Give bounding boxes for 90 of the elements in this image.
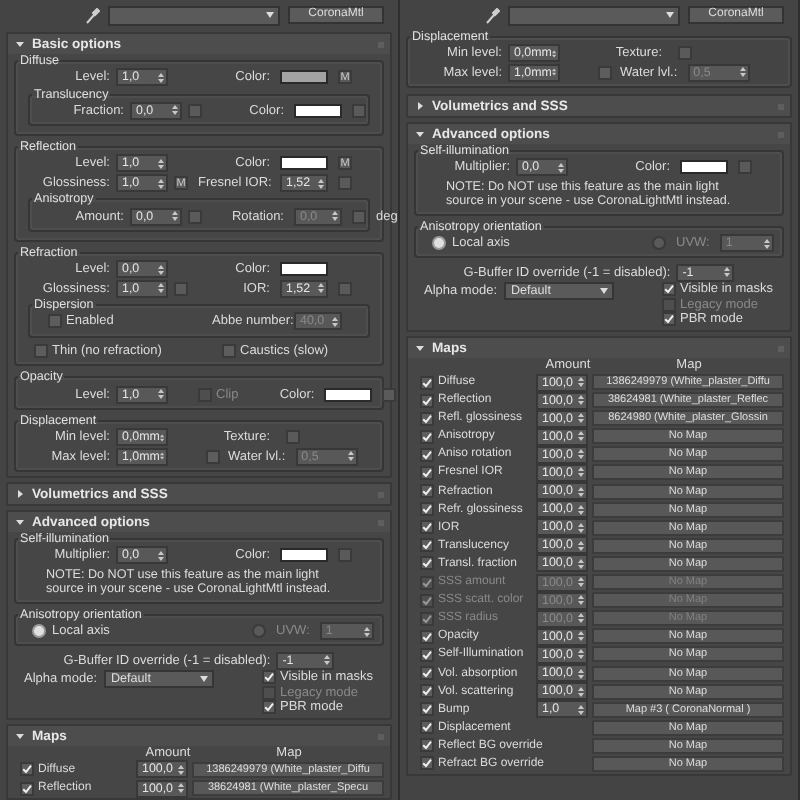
- checkbox[interactable]: [34, 344, 48, 359]
- checkbox[interactable]: [420, 484, 434, 499]
- spinner-arrows-icon[interactable]: [578, 503, 584, 516]
- checkbox[interactable]: [20, 781, 34, 796]
- collapse-arrow-icon[interactable]: [16, 732, 24, 741]
- spinner-arrows-icon[interactable]: [724, 266, 731, 279]
- spinner-arrows-icon[interactable]: [318, 282, 324, 295]
- spinner-arrows-icon[interactable]: [578, 630, 584, 643]
- collapse-arrow-icon[interactable]: [416, 130, 424, 139]
- spinner-arrows-icon[interactable]: [158, 177, 164, 190]
- caret-icon: [266, 12, 274, 18]
- checkbox[interactable]: [420, 756, 434, 771]
- checkbox[interactable]: [420, 684, 434, 699]
- checkbox[interactable]: [420, 411, 434, 426]
- color-swatch[interactable]: [280, 262, 328, 277]
- checkbox[interactable]: [420, 520, 434, 535]
- spinner-arrows-icon[interactable]: [158, 549, 164, 562]
- spinner-arrows-icon[interactable]: [158, 388, 164, 401]
- radio-button[interactable]: [432, 236, 446, 251]
- spinner-arrows-icon[interactable]: [158, 263, 164, 276]
- caret-icon: [666, 12, 674, 18]
- spinner-arrows-icon[interactable]: [578, 557, 584, 570]
- collapse-arrow-icon[interactable]: [16, 40, 24, 48]
- spinner-arrows-icon[interactable]: [158, 157, 164, 170]
- expand-arrow-icon[interactable]: [16, 490, 24, 499]
- color-swatch[interactable]: [280, 156, 328, 171]
- checkbox[interactable]: [420, 647, 434, 662]
- spinner-arrows-icon[interactable]: [578, 539, 584, 552]
- checkbox[interactable]: [20, 762, 34, 777]
- spinner-arrows-icon[interactable]: [578, 485, 584, 498]
- checkbox[interactable]: [420, 502, 434, 517]
- collapse-arrow-icon[interactable]: [16, 518, 24, 527]
- spinner-arrows-icon[interactable]: [578, 667, 584, 680]
- checkbox[interactable]: [420, 629, 434, 644]
- spinner-arrows-icon[interactable]: [558, 161, 564, 174]
- spinner-arrows-icon[interactable]: [578, 394, 584, 407]
- checkmark-icon: [664, 314, 674, 325]
- spinner-arrows-icon[interactable]: [578, 430, 584, 443]
- spinner-arrows-icon[interactable]: [551, 47, 556, 60]
- checkbox[interactable]: [662, 312, 676, 327]
- checkmark-icon: [264, 672, 274, 683]
- radio-button[interactable]: [32, 624, 46, 639]
- expand-arrow-icon[interactable]: [416, 102, 424, 111]
- checkmark-icon: [664, 284, 674, 295]
- collapse-arrow-icon[interactable]: [416, 344, 424, 353]
- spinner-arrows-icon[interactable]: [578, 521, 584, 534]
- spinner-arrows-icon[interactable]: [172, 210, 178, 223]
- checkbox[interactable]: [222, 344, 236, 359]
- spinner-arrows-icon[interactable]: [551, 66, 556, 79]
- color-swatch[interactable]: [324, 387, 373, 402]
- color-swatch[interactable]: [280, 548, 328, 563]
- spinner-arrows-icon[interactable]: [578, 648, 584, 661]
- eyedropper-icon[interactable]: [86, 7, 100, 23]
- spinner-arrows-icon[interactable]: [578, 412, 584, 425]
- eyedropper-icon[interactable]: [486, 7, 500, 23]
- spinner-arrows-icon[interactable]: [172, 104, 178, 117]
- checkbox[interactable]: [420, 702, 434, 717]
- spinner-arrows-icon[interactable]: [318, 177, 324, 190]
- checkbox[interactable]: [420, 666, 434, 681]
- checkbox[interactable]: [420, 465, 434, 480]
- spinner-arrows-icon[interactable]: [178, 763, 184, 776]
- spinner-arrows-icon[interactable]: [178, 782, 184, 795]
- spinner-arrows-icon[interactable]: [159, 450, 164, 463]
- checkbox[interactable]: [420, 375, 434, 390]
- spinner-arrows-icon[interactable]: [324, 654, 331, 667]
- checkbox[interactable]: [420, 738, 434, 753]
- checkbox[interactable]: [420, 429, 434, 444]
- spinner-arrows-icon[interactable]: [158, 282, 164, 295]
- spinner-arrows-icon[interactable]: [158, 71, 164, 84]
- spinner-arrows-icon[interactable]: [159, 431, 164, 444]
- caret-icon: [599, 288, 607, 295]
- caret-icon: [199, 676, 207, 683]
- checkbox[interactable]: [420, 447, 434, 462]
- spinner-arrows-icon[interactable]: [578, 685, 584, 698]
- checkbox[interactable]: [48, 314, 62, 329]
- spinner-arrows-icon[interactable]: [578, 466, 584, 479]
- checkbox[interactable]: [420, 538, 434, 553]
- checkbox[interactable]: [262, 670, 276, 685]
- spinner-arrows-icon[interactable]: [578, 448, 584, 461]
- checkbox[interactable]: [420, 393, 434, 408]
- color-swatch[interactable]: [680, 160, 728, 175]
- color-swatch[interactable]: [294, 103, 342, 118]
- color-swatch[interactable]: [280, 70, 328, 85]
- checkmark-icon: [264, 702, 274, 713]
- checkbox[interactable]: [662, 282, 676, 297]
- checkbox[interactable]: [420, 556, 434, 571]
- checkbox[interactable]: [262, 700, 276, 715]
- spinner-arrows-icon[interactable]: [578, 376, 584, 389]
- checkbox[interactable]: [420, 720, 434, 735]
- spinner-arrows-icon[interactable]: [578, 703, 584, 716]
